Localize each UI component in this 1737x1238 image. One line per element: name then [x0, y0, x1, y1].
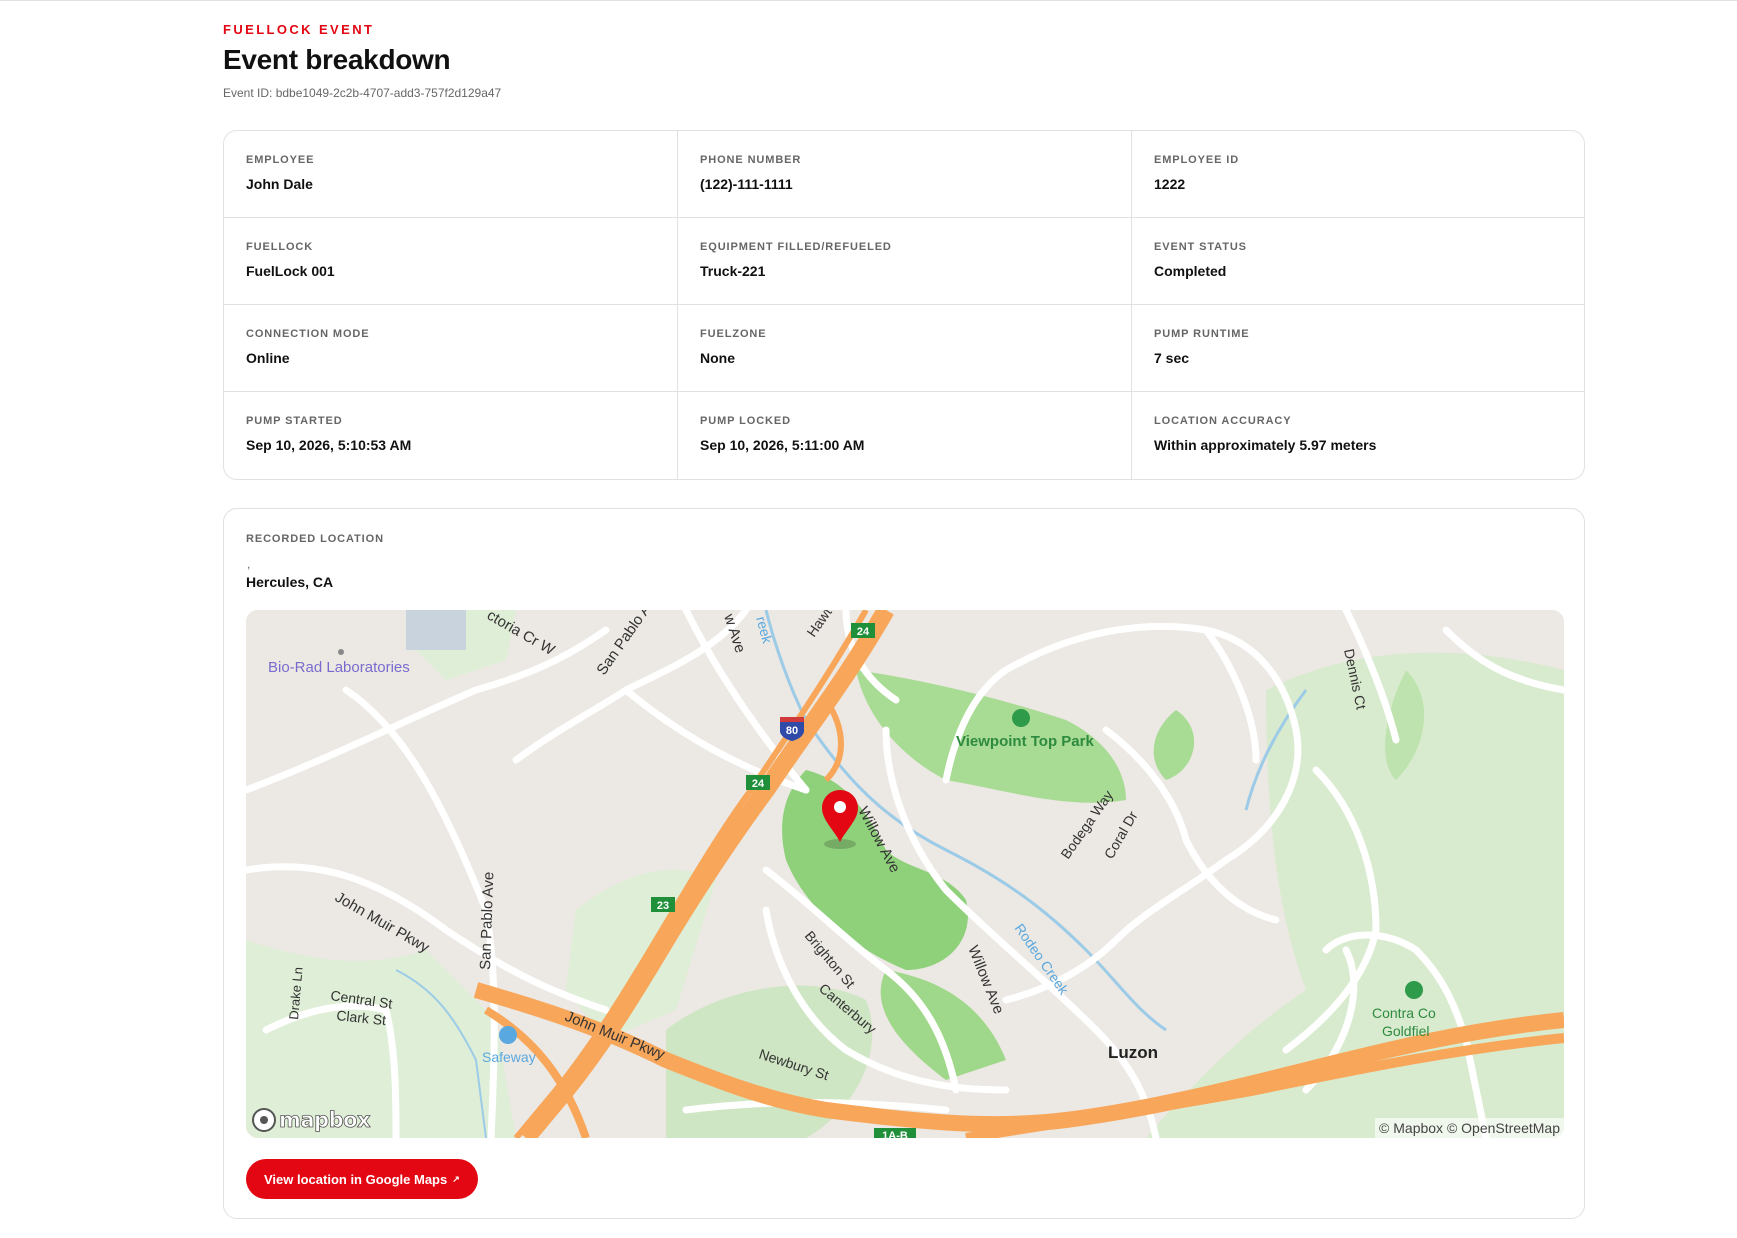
view-in-google-maps-button[interactable]: View location in Google Maps ↗ — [246, 1159, 478, 1199]
map-label-bio-rad: Bio-Rad Laboratories — [268, 659, 410, 676]
detail-event-status: EVENT STATUS Completed — [1132, 218, 1584, 305]
interstate-80-label: 80 — [786, 725, 798, 737]
location-address-line: , — [247, 557, 251, 571]
detail-label: FUELZONE — [700, 328, 767, 340]
map-label-san-pablo-ave: San Pablo Ave — [477, 871, 497, 970]
map-poi-dot — [338, 649, 344, 655]
detail-value: Sep 10, 2026, 5:10:53 AM — [246, 437, 412, 453]
detail-value: Within approximately 5.97 meters — [1154, 437, 1377, 453]
event-id: Event ID: bdbe1049-2c2b-4707-add3-757f2d… — [223, 86, 502, 100]
detail-value: FuelLock 001 — [246, 263, 335, 279]
external-link-icon: ↗ — [452, 1173, 460, 1184]
detail-fuellock: FUELLOCK FuelLock 001 — [224, 218, 678, 305]
map-water-body — [406, 610, 466, 650]
detail-label: EMPLOYEE — [246, 154, 315, 166]
detail-label: EVENT STATUS — [1154, 241, 1247, 253]
highway-24-label: 24 — [857, 626, 870, 638]
detail-equipment: EQUIPMENT FILLED/REFUELED Truck-221 — [678, 218, 1132, 305]
highway-24-label: 24 — [752, 778, 765, 790]
park-icon[interactable] — [1012, 709, 1030, 727]
mapbox-logo-icon — [252, 1108, 276, 1132]
page-title: Event breakdown — [223, 44, 451, 75]
detail-employee: EMPLOYEE John Dale — [224, 131, 678, 218]
detail-fuelzone: FUELZONE None — [678, 305, 1132, 392]
map-canvas[interactable]: Bio-Rad Laboratories Viewpoint Top Park … — [246, 610, 1564, 1138]
mapbox-logo-text: mapbox — [279, 1108, 371, 1133]
location-map[interactable]: Bio-Rad Laboratories Viewpoint Top Park … — [246, 610, 1564, 1138]
detail-value: 7 sec — [1154, 350, 1190, 366]
location-city: Hercules, CA — [246, 574, 334, 590]
shopping-cart-icon[interactable] — [499, 1026, 517, 1044]
detail-label: PUMP STARTED — [246, 415, 343, 427]
exit-1ab-label: 1A-B — [882, 1130, 908, 1138]
map-label-goldfield: Goldfiel — [1382, 1023, 1429, 1039]
mapbox-logo[interactable]: mapbox — [252, 1108, 371, 1133]
detail-value: Online — [246, 350, 290, 366]
detail-value: Sep 10, 2026, 5:11:00 AM — [700, 437, 865, 453]
detail-pump-locked: PUMP LOCKED Sep 10, 2026, 5:11:00 AM — [678, 392, 1132, 479]
detail-label: EQUIPMENT FILLED/REFUELED — [700, 241, 892, 253]
map-label-viewpoint-top-park: Viewpoint Top Park — [956, 733, 1094, 750]
map-attribution[interactable]: © Mapbox © OpenStreetMap — [1375, 1118, 1564, 1138]
location-label: RECORDED LOCATION — [246, 533, 384, 545]
map-label-luzon: Luzon — [1108, 1043, 1158, 1062]
map-label-contra-costa: Contra Co — [1372, 1005, 1436, 1021]
map-label-safeway: Safeway — [482, 1049, 536, 1065]
detail-value: (122)-111-1111 — [700, 176, 793, 192]
highway-23-label: 23 — [657, 900, 669, 912]
recorded-location-card: RECORDED LOCATION , Hercules, CA Bio-Rad… — [223, 508, 1585, 1219]
detail-value: John Dale — [246, 176, 313, 192]
detail-employee-id: EMPLOYEE ID 1222 — [1132, 131, 1584, 218]
detail-label: FUELLOCK — [246, 241, 314, 253]
detail-value: Completed — [1154, 263, 1227, 279]
detail-connection-mode: CONNECTION MODE Online — [224, 305, 678, 392]
google-maps-button-label: View location in Google Maps — [264, 1171, 448, 1187]
page-eyebrow: FUELLOCK EVENT — [223, 22, 375, 37]
park-icon[interactable] — [1405, 981, 1423, 999]
detail-label: LOCATION ACCURACY — [1154, 415, 1292, 427]
detail-label: PHONE NUMBER — [700, 154, 802, 166]
detail-pump-runtime: PUMP RUNTIME 7 sec — [1132, 305, 1584, 392]
detail-label: EMPLOYEE ID — [1154, 154, 1240, 166]
detail-value: Truck-221 — [700, 263, 766, 279]
event-details-card: EMPLOYEE John Dale PHONE NUMBER (122)-11… — [223, 130, 1585, 480]
detail-phone-number: PHONE NUMBER (122)-111-1111 — [678, 131, 1132, 218]
detail-pump-started: PUMP STARTED Sep 10, 2026, 5:10:53 AM — [224, 392, 678, 479]
detail-value: 1222 — [1154, 176, 1186, 192]
detail-value: None — [700, 350, 735, 366]
detail-label: CONNECTION MODE — [246, 328, 370, 340]
top-divider — [0, 0, 1737, 1]
detail-location-accuracy: LOCATION ACCURACY Within approximately 5… — [1132, 392, 1584, 479]
detail-label: PUMP RUNTIME — [1154, 328, 1250, 340]
detail-label: PUMP LOCKED — [700, 415, 791, 427]
